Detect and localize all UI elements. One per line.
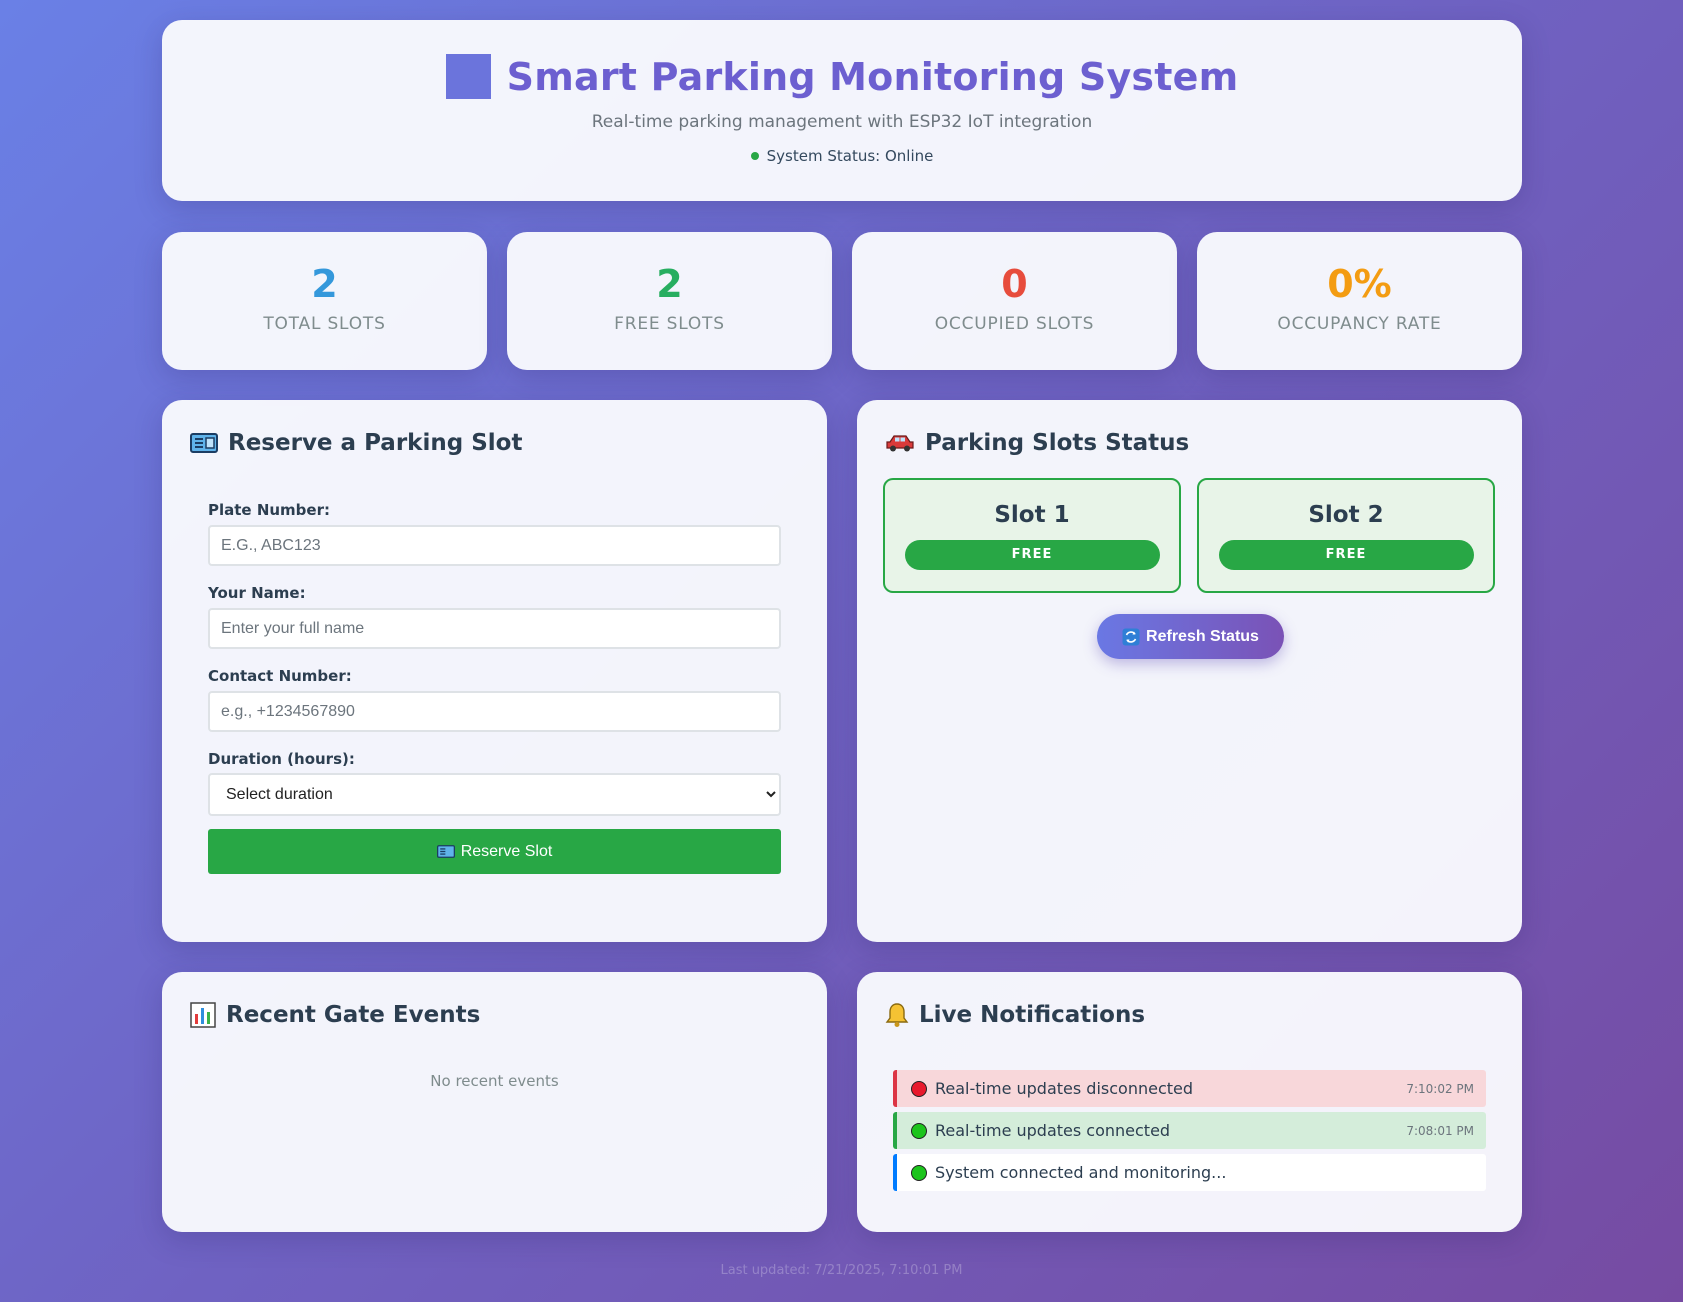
slot-card-1[interactable]: Slot 1 FREE	[883, 478, 1181, 593]
slot-status-badge: FREE	[1218, 540, 1474, 570]
duration-select[interactable]: Select duration	[208, 773, 781, 816]
empty-events-message: No recent events	[430, 1072, 559, 1090]
notification-item: System connected and monitoring...	[893, 1154, 1486, 1191]
notification-time: 7:10:02 PM	[1406, 1081, 1474, 1096]
plate-number-input[interactable]	[208, 525, 781, 566]
car-icon	[886, 435, 914, 452]
slot-status-badge: FREE	[904, 540, 1160, 570]
events-panel: Recent Gate Events No recent events	[162, 972, 827, 1232]
stat-label: OCCUPANCY RATE	[1277, 314, 1442, 334]
reserve-slot-button[interactable]: Reserve Slot	[208, 829, 781, 874]
reserve-panel: Reserve a Parking Slot Plate Number: You…	[162, 400, 827, 942]
reserve-panel-title: Reserve a Parking Slot	[190, 430, 522, 456]
page-title: Smart Parking Monitoring System	[506, 54, 1239, 99]
notification-item: Real-time updates connected 7:08:01 PM	[893, 1112, 1486, 1149]
slots-panel: Parking Slots Status Slot 1 FREE Slot 2 …	[857, 400, 1522, 942]
notification-text: System connected and monitoring...	[935, 1163, 1227, 1182]
stat-total-slots: 2 TOTAL SLOTS	[162, 232, 487, 370]
notification-text: Real-time updates connected	[935, 1121, 1171, 1140]
refresh-status-label: Refresh Status	[1146, 627, 1259, 645]
events-panel-title: Recent Gate Events	[190, 1002, 480, 1028]
bell-icon	[885, 1003, 909, 1027]
slot-name: Slot 1	[994, 502, 1070, 528]
refresh-icon	[1122, 628, 1140, 645]
ticket-icon	[190, 433, 218, 453]
notifications-panel: Live Notifications Real-time updates dis…	[857, 972, 1522, 1232]
your-name-label: Your Name:	[208, 584, 306, 602]
stat-label: OCCUPIED SLOTS	[934, 314, 1095, 334]
stat-value: 0	[1001, 262, 1028, 306]
reserve-title-text: Reserve a Parking Slot	[228, 430, 523, 456]
stat-free-slots: 2 FREE SLOTS	[507, 232, 832, 370]
slots-panel-title: Parking Slots Status	[885, 430, 1189, 456]
contact-number-label: Contact Number:	[208, 667, 352, 685]
events-title-text: Recent Gate Events	[226, 1002, 481, 1028]
plate-number-label: Plate Number:	[208, 501, 330, 519]
green-circle-icon	[911, 1164, 927, 1181]
notification-item: Real-time updates disconnected 7:10:02 P…	[893, 1070, 1486, 1107]
stat-value: 2	[311, 262, 338, 306]
ticket-icon	[436, 845, 455, 858]
header-card: Smart Parking Monitoring System Real-tim…	[162, 20, 1522, 201]
slot-name: Slot 2	[1308, 502, 1384, 528]
your-name-input[interactable]	[208, 608, 781, 649]
notifications-title-text: Live Notifications	[919, 1002, 1146, 1028]
status-dot-icon	[750, 152, 759, 160]
system-status: System Status: Online	[162, 147, 1522, 165]
contact-number-input[interactable]	[208, 691, 781, 732]
red-circle-icon	[911, 1080, 927, 1097]
notification-text: Real-time updates disconnected	[935, 1079, 1194, 1098]
system-status-text: System Status: Online	[766, 147, 934, 165]
bar-chart-icon	[190, 1002, 216, 1028]
stat-label: TOTAL SLOTS	[263, 314, 386, 334]
notification-time: 7:08:01 PM	[1406, 1123, 1474, 1138]
stat-value: 2	[656, 262, 683, 306]
stat-occupancy-rate: 0% OCCUPANCY RATE	[1197, 232, 1522, 370]
notifications-panel-title: Live Notifications	[885, 1002, 1145, 1028]
refresh-status-button[interactable]: Refresh Status	[1097, 614, 1284, 659]
slot-card-2[interactable]: Slot 2 FREE	[1197, 478, 1495, 593]
page-subtitle: Real-time parking management with ESP32 …	[591, 112, 1093, 132]
green-circle-icon	[911, 1122, 927, 1139]
last-updated-footer: Last updated: 7/21/2025, 7:10:01 PM	[720, 1263, 963, 1278]
stat-occupied-slots: 0 OCCUPIED SLOTS	[852, 232, 1177, 370]
slots-title-text: Parking Slots Status	[925, 430, 1190, 456]
parking-logo-icon	[445, 54, 491, 99]
reserve-slot-label: Reserve Slot	[460, 842, 553, 860]
stat-label: FREE SLOTS	[614, 314, 725, 334]
stat-value: 0%	[1327, 262, 1392, 306]
duration-label: Duration (hours):	[208, 750, 355, 768]
